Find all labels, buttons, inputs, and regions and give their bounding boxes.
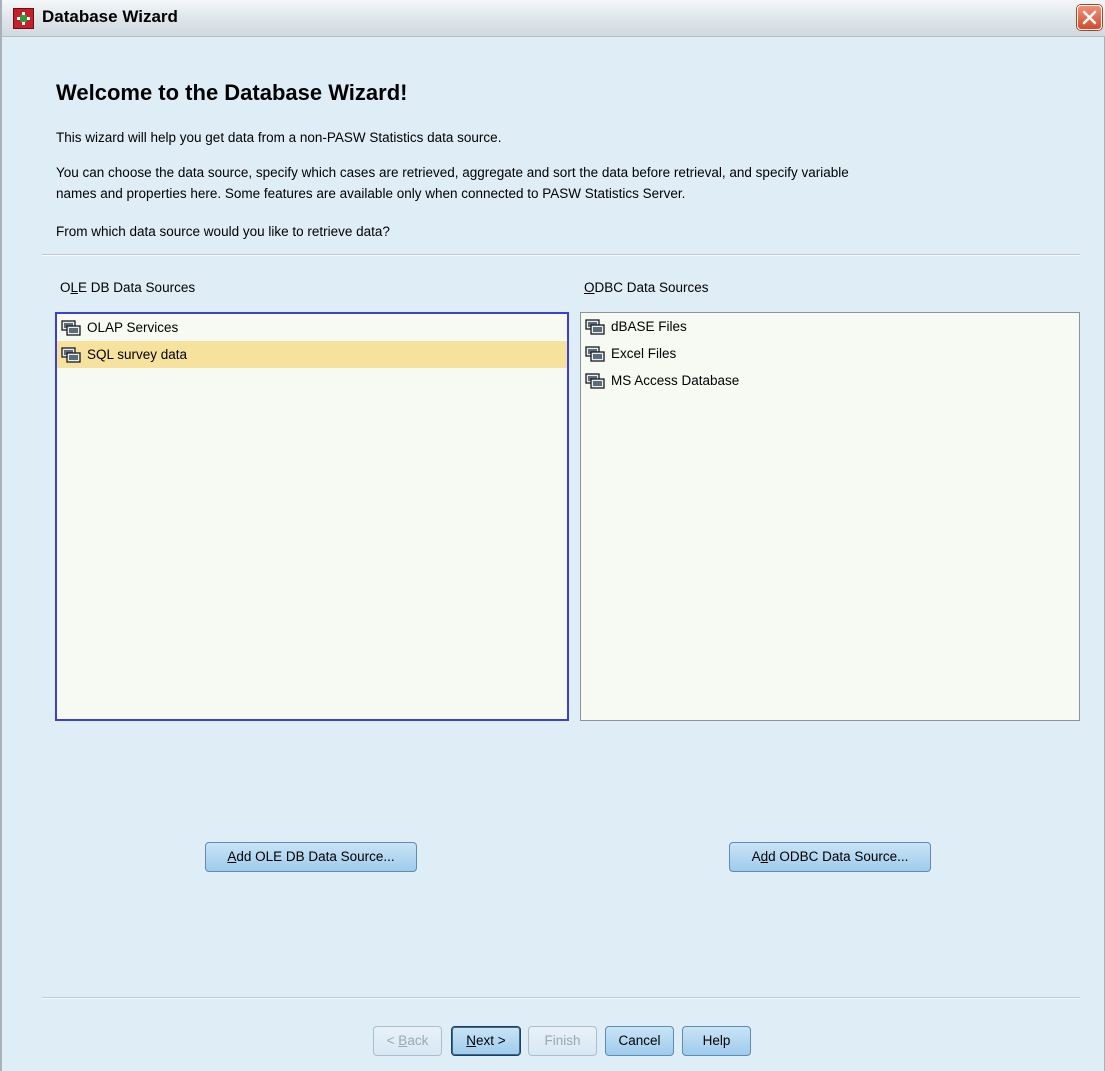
help-button[interactable]: Help: [682, 1026, 751, 1056]
oledb-sources-label: OLE DB Data Sources: [60, 280, 196, 295]
intro-text: This wizard will help you get data from …: [56, 130, 502, 145]
question-text: From which data source would you like to…: [56, 224, 390, 239]
top-divider: [42, 254, 1080, 256]
list-item-label: MS Access Database: [611, 373, 740, 388]
close-button[interactable]: [1077, 5, 1102, 30]
database-icon: [61, 347, 81, 363]
description-line-2: names and properties here. Some features…: [56, 186, 686, 201]
database-wizard-window: Database Wizard Welcome to the Database …: [0, 0, 1105, 1071]
list-item-sql-survey-data[interactable]: SQL survey data: [57, 341, 567, 368]
database-icon: [585, 319, 605, 335]
add-odbc-source-button[interactable]: Add ODBC Data Source...: [729, 842, 931, 872]
description-line-1: You can choose the data source, specify …: [56, 165, 849, 180]
list-item-label: Excel Files: [611, 346, 677, 361]
list-item-label: dBASE Files: [611, 319, 687, 334]
list-item-label: SQL survey data: [87, 347, 188, 362]
wizard-heading: Welcome to the Database Wizard!: [56, 80, 408, 105]
list-item-olap-services[interactable]: OLAP Services: [57, 314, 567, 341]
close-icon: [1082, 10, 1097, 25]
odbc-sources-list[interactable]: dBASE Files Excel Files MS Access Databa…: [580, 312, 1080, 721]
next-button[interactable]: Next >: [451, 1026, 521, 1056]
list-item-label: OLAP Services: [87, 320, 179, 335]
title-bar[interactable]: Database Wizard: [2, 0, 1105, 37]
oledb-sources-list[interactable]: OLAP Services SQL survey data: [55, 312, 569, 721]
odbc-sources-label: ODBC Data Sources: [584, 280, 709, 295]
finish-button[interactable]: Finish: [528, 1026, 597, 1056]
list-item-dbase-files[interactable]: dBASE Files: [581, 313, 1079, 340]
window-title: Database Wizard: [42, 7, 178, 26]
database-icon: [585, 346, 605, 362]
database-icon: [585, 373, 605, 389]
cancel-button[interactable]: Cancel: [605, 1026, 674, 1056]
app-icon: [13, 8, 34, 29]
add-oledb-source-button[interactable]: Add OLE DB Data Source...: [205, 842, 417, 872]
list-item-excel-files[interactable]: Excel Files: [581, 340, 1079, 367]
bottom-divider: [42, 997, 1080, 999]
list-item-ms-access-database[interactable]: MS Access Database: [581, 367, 1079, 394]
back-button[interactable]: < Back: [373, 1026, 442, 1056]
database-icon: [61, 320, 81, 336]
